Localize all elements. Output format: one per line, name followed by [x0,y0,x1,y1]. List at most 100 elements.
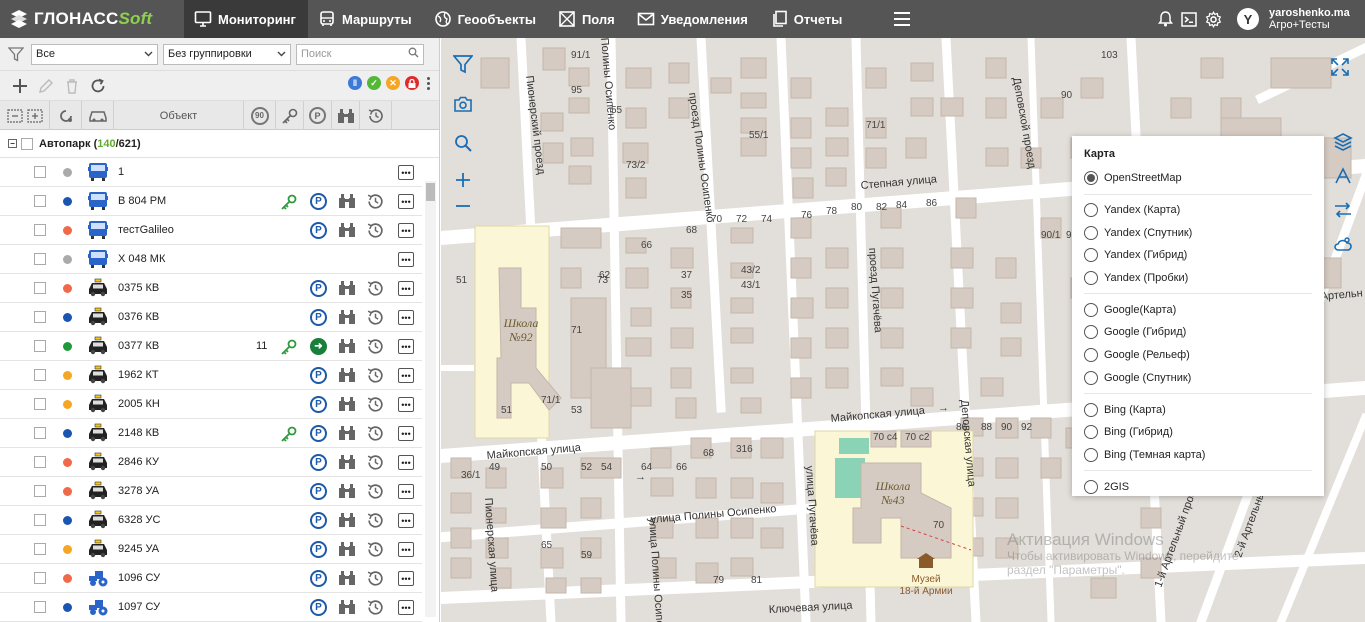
binoculars-icon[interactable] [338,193,356,210]
vehicle-row[interactable]: 0375 КВ P ••• [0,274,422,303]
app-logo[interactable]: ГЛОНАСС Soft [0,0,184,38]
vehicle-name[interactable]: тестGalileo [118,224,174,236]
vehicle-name[interactable]: 9245 УА [118,543,159,555]
history-icon[interactable] [366,279,385,298]
parking-icon[interactable]: P [310,193,327,210]
history-column-icon[interactable] [360,101,392,130]
lock-status-icon[interactable] [405,76,419,90]
vehicle-row[interactable]: 0377 КВ 11 ➜ ••• [0,332,422,361]
more-options-icon[interactable]: ••• [398,310,414,325]
object-column-header[interactable]: Объект [114,101,244,130]
history-icon[interactable] [366,482,385,501]
binoculars-icon[interactable] [338,425,356,442]
history-icon[interactable] [366,540,385,559]
parking-icon[interactable]: P [310,396,327,413]
vehicle-name[interactable]: 6328 УС [118,514,160,526]
vehicle-row[interactable]: 0376 КВ P ••• [0,303,422,332]
pause-status-icon[interactable]: ǁ [348,76,362,90]
history-icon[interactable] [366,569,385,588]
more-options-icon[interactable]: ••• [398,542,414,557]
radio-button[interactable] [1084,171,1098,186]
map-layer-option[interactable]: Bing (Темная карта) [1084,444,1312,467]
grouping-select[interactable]: Без группировки [163,43,291,65]
more-options-icon[interactable]: ••• [398,165,414,180]
nav-item-2[interactable]: Маршруты [308,0,424,38]
vehicle-type-column-icon[interactable] [82,101,114,130]
more-options-icon[interactable]: ••• [398,571,414,586]
row-checkbox[interactable] [34,224,46,236]
row-checkbox[interactable] [34,427,46,439]
more-options-icon[interactable]: ••• [398,600,414,615]
vehicle-name[interactable]: 2148 КВ [118,427,159,439]
gear-icon[interactable] [1203,9,1223,29]
binoculars-icon[interactable] [338,338,356,355]
history-icon[interactable] [366,511,385,530]
map-filter-icon[interactable] [449,52,477,76]
radio-button[interactable] [1084,248,1098,263]
row-checkbox[interactable] [34,398,46,410]
row-checkbox[interactable] [34,543,46,555]
expand-collapse-icon[interactable] [0,101,50,130]
fullscreen-icon[interactable] [1329,56,1351,78]
history-icon[interactable] [366,453,385,472]
vehicle-row[interactable]: 2005 КН P ••• [0,390,422,419]
parking-icon[interactable]: P [310,309,327,326]
ignition-key-icon[interactable] [280,425,298,443]
group-checkbox[interactable] [21,137,33,150]
more-options-icon[interactable]: ••• [398,252,414,267]
binoculars-icon[interactable] [338,541,356,558]
map-layer-option[interactable]: Yandex (Гибрид) [1084,244,1312,267]
map-layer-option[interactable]: Google (Рельеф) [1084,344,1312,367]
history-icon[interactable] [366,221,385,240]
binoculars-icon[interactable] [338,570,356,587]
more-options-icon[interactable]: ••• [398,455,414,470]
history-icon[interactable] [366,366,385,385]
binoculars-column-icon[interactable] [332,101,360,130]
binoculars-icon[interactable] [338,309,356,326]
binoculars-icon[interactable] [338,454,356,471]
weather-icon[interactable] [1331,232,1355,256]
nav-item-6[interactable]: Отчеты [760,0,855,38]
more-options-icon[interactable]: ••• [398,194,414,209]
status-column-icon[interactable] [50,101,82,130]
parking-icon[interactable]: P [310,570,327,587]
vehicle-row[interactable]: 3278 УА P ••• [0,477,422,506]
user-avatar[interactable]: Y [1237,8,1259,30]
map-layer-option[interactable]: OpenStreetMap [1084,167,1312,190]
vehicle-name[interactable]: 1096 СУ [118,572,160,584]
radio-button[interactable] [1084,370,1098,385]
row-checkbox[interactable] [34,456,46,468]
row-checkbox[interactable] [34,340,46,352]
more-options-icon[interactable]: ••• [398,513,414,528]
row-checkbox[interactable] [34,485,46,497]
radio-button[interactable] [1084,271,1098,286]
status-filter-select[interactable]: Все [31,43,158,65]
collapse-group-icon[interactable]: − [8,139,17,148]
parking-icon[interactable]: P [310,425,327,442]
parking-icon[interactable]: P [310,367,327,384]
binoculars-icon[interactable] [338,367,356,384]
row-checkbox[interactable] [34,369,46,381]
nav-item-5[interactable]: Уведомления [627,0,760,38]
map-layer-option[interactable]: 2GIS [1084,475,1312,498]
cancel-status-icon[interactable]: ✕ [386,76,400,90]
parking-icon[interactable]: P [310,599,327,616]
history-icon[interactable] [366,192,385,211]
vehicle-name[interactable]: В 804 РМ [118,195,166,207]
radio-button[interactable] [1084,425,1098,440]
hamburger-menu-icon[interactable] [882,0,922,38]
layers-icon[interactable] [1331,130,1355,154]
map-search-icon[interactable] [449,131,477,155]
radio-button[interactable] [1084,203,1098,218]
tracks-icon[interactable] [1331,198,1355,222]
vehicle-row[interactable]: 1097 СУ P ••• [0,593,422,622]
vehicle-name[interactable]: 0376 КВ [118,311,159,323]
history-icon[interactable] [366,308,385,327]
binoculars-icon[interactable] [338,396,356,413]
nav-item-1[interactable]: Мониторинг [184,0,308,38]
radio-button[interactable] [1084,302,1098,317]
vehicle-name[interactable]: 1097 СУ [118,601,160,613]
vehicle-row[interactable]: 1 ••• [0,158,422,187]
more-options-icon[interactable]: ••• [398,281,414,296]
more-options-icon[interactable]: ••• [398,223,414,238]
